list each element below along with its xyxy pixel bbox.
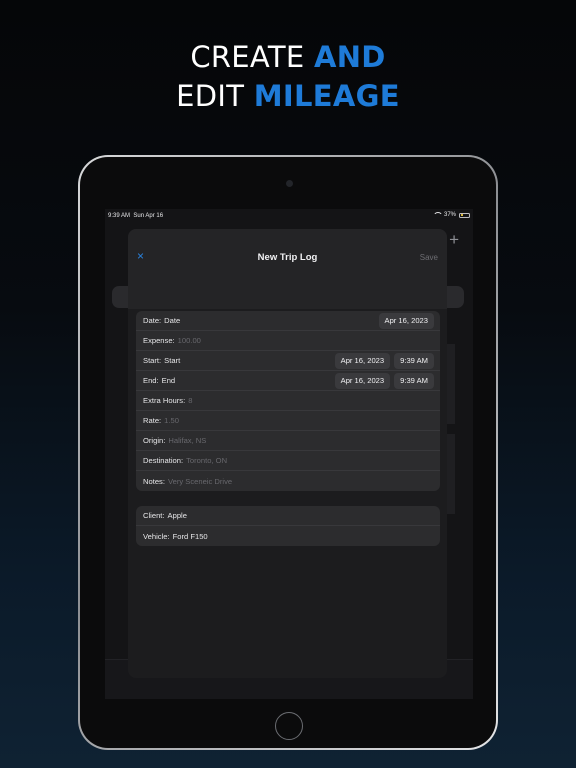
- rate-row: Rate:: [136, 411, 440, 431]
- vehicle-row[interactable]: Vehicle: Ford F150: [136, 526, 440, 546]
- end-row: End: End Apr 16, 2023 9:39 AM: [136, 371, 440, 391]
- wifi-icon: [432, 212, 443, 218]
- battery-percent: 37%: [443, 212, 456, 218]
- date-row: Date: Date Apr 16, 2023: [136, 311, 440, 331]
- new-trip-log-sheet: × New Trip Log Save Date: Date Apr 16, 2…: [128, 229, 447, 678]
- camera-icon: [286, 180, 293, 187]
- home-button[interactable]: [275, 712, 303, 740]
- end-date-picker[interactable]: Apr 16, 2023: [334, 373, 391, 389]
- headline-line-1: CREATE AND: [190, 40, 386, 74]
- notes-row: Notes:: [136, 471, 440, 491]
- ipad-frame: + 9:39 AM Sun Apr 16 37% × New Trip Log: [78, 155, 498, 750]
- destination-input[interactable]: [186, 456, 367, 465]
- sheet-header: × New Trip Log Save: [128, 229, 447, 309]
- rate-input[interactable]: [164, 416, 345, 425]
- extra-hours-row: Extra Hours:: [136, 391, 440, 411]
- client-row[interactable]: Client: Apple: [136, 506, 440, 526]
- headline-line-2: EDIT MILEAGE: [176, 79, 400, 113]
- status-indicators: 37%: [432, 212, 470, 218]
- client-vehicle-group: Client: Apple Vehicle: Ford F150: [136, 506, 440, 546]
- status-bar: 9:39 AM Sun Apr 16 37%: [105, 209, 473, 223]
- date-picker[interactable]: Apr 16, 2023: [378, 313, 434, 329]
- battery-icon: [459, 212, 470, 218]
- expense-row: Expense:: [136, 331, 440, 351]
- ipad-bezel: + 9:39 AM Sun Apr 16 37% × New Trip Log: [80, 157, 496, 748]
- start-date-picker[interactable]: Apr 16, 2023: [334, 353, 391, 369]
- vehicle-value: Ford F150: [172, 531, 208, 541]
- expense-input[interactable]: [177, 336, 358, 345]
- destination-row: Destination:: [136, 451, 440, 471]
- end-time-picker[interactable]: 9:39 AM: [394, 373, 434, 389]
- extra-hours-input[interactable]: [188, 396, 369, 405]
- sheet-title: New Trip Log: [257, 252, 318, 263]
- headline-accent-1: AND: [313, 40, 386, 74]
- notes-input[interactable]: [167, 476, 348, 486]
- headline: CREATE AND EDIT MILEAGE: [0, 38, 576, 116]
- start-time-picker[interactable]: 9:39 AM: [394, 353, 434, 369]
- ipad-screen: + 9:39 AM Sun Apr 16 37% × New Trip Log: [105, 209, 473, 699]
- client-value: Apple: [167, 511, 187, 520]
- trip-details-group: Date: Date Apr 16, 2023 Expense: Start: …: [136, 311, 440, 491]
- add-icon[interactable]: +: [449, 231, 459, 248]
- headline-accent-2: MILEAGE: [253, 79, 400, 113]
- origin-input[interactable]: [168, 436, 349, 445]
- origin-row: Origin:: [136, 431, 440, 451]
- start-row: Start: Start Apr 16, 2023 9:39 AM: [136, 351, 440, 371]
- save-button[interactable]: Save: [420, 253, 438, 262]
- status-time-date: 9:39 AM Sun Apr 16: [108, 213, 164, 219]
